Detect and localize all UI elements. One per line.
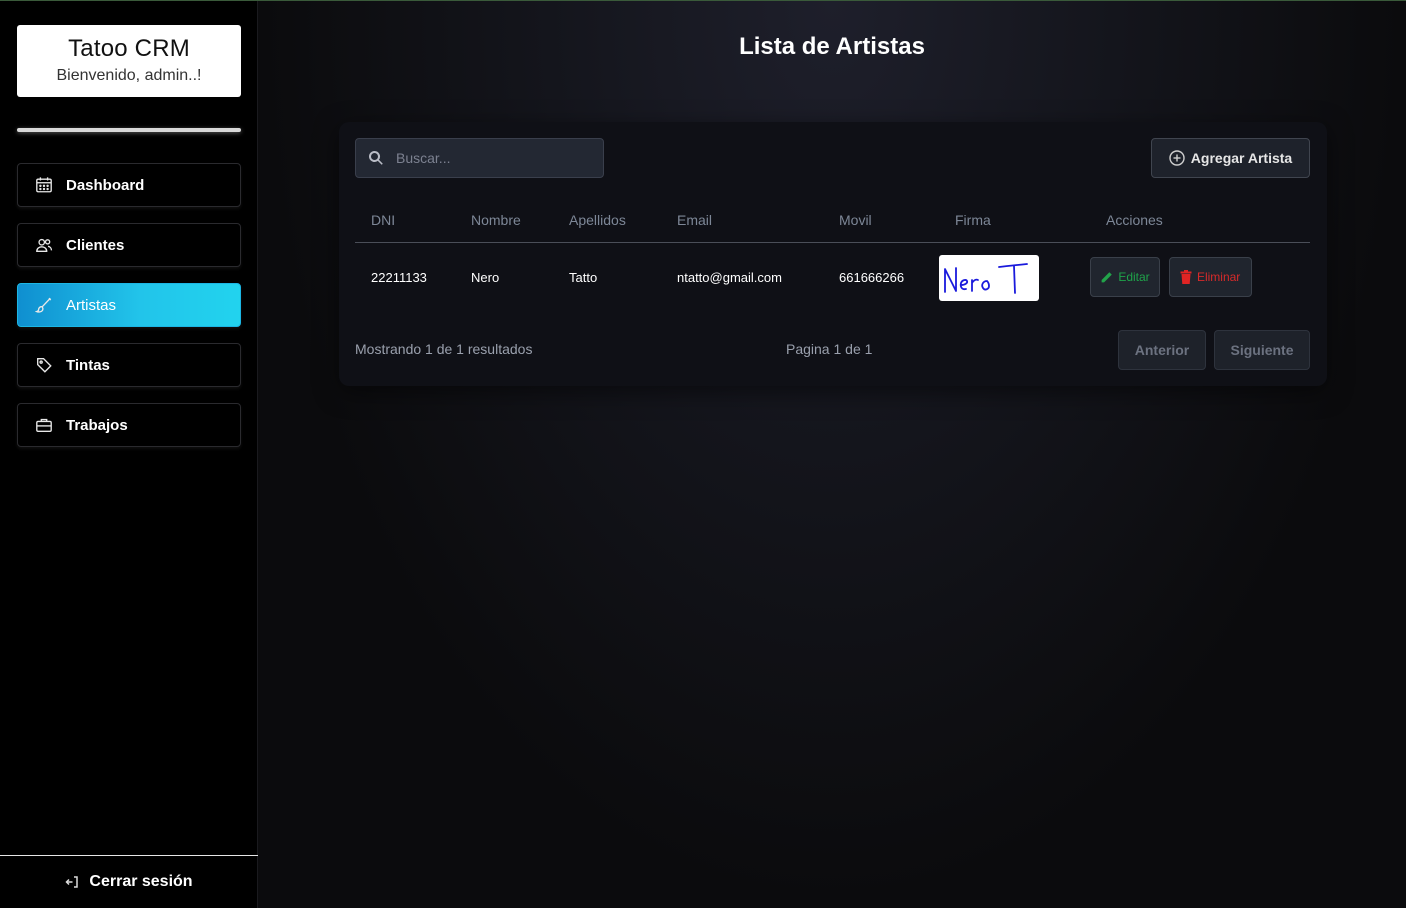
edit-button[interactable]: Editar: [1090, 257, 1160, 298]
sidebar: Tatoo CRM Bienvenido, admin..! Dashboard…: [0, 1, 258, 908]
users-icon: [34, 235, 54, 255]
column-header-dni[interactable]: DNI: [355, 198, 455, 243]
signature-image: [939, 254, 1039, 301]
sidebar-divider: [17, 128, 241, 132]
sidebar-item-label: Trabajos: [66, 416, 128, 434]
artists-table: DNI Nombre Apellidos Email Movil Firma A…: [355, 198, 1310, 312]
pencil-icon: [1101, 271, 1113, 283]
cell-dni: 22211133: [371, 269, 427, 285]
artists-card: Agregar Artista DNI Nombre Apellidos Ema…: [339, 122, 1327, 386]
search-field[interactable]: [355, 138, 604, 178]
sidebar-item-tintas[interactable]: Tintas: [17, 343, 241, 387]
welcome-text: Bienvenido, admin..!: [56, 67, 202, 84]
brand-card: Tatoo CRM Bienvenido, admin..!: [17, 25, 241, 97]
cell-apellidos: Tatto: [569, 269, 598, 285]
column-header-nombre[interactable]: Nombre: [455, 198, 553, 243]
search-input[interactable]: [396, 150, 586, 166]
logout-label: Cerrar sesión: [89, 873, 193, 890]
delete-button[interactable]: Eliminar: [1168, 257, 1252, 298]
brand-title: Tatoo CRM: [68, 35, 190, 62]
cell-acciones: Editar Eliminar: [1090, 242, 1310, 312]
trash-icon: [1180, 270, 1192, 285]
plus-circle-icon: [1169, 150, 1185, 166]
sidebar-item-clientes[interactable]: Clientes: [17, 223, 241, 267]
table-row: 22211133 Nero Tatto ntatto@gmail.com 661…: [355, 242, 1310, 312]
tag-icon: [34, 355, 54, 375]
cell-movil: 661666266: [839, 269, 905, 285]
sidebar-item-label: Clientes: [66, 236, 125, 254]
next-page-button[interactable]: Siguiente: [1214, 330, 1310, 370]
results-summary: Mostrando 1 de 1 resultados: [355, 341, 533, 357]
sidebar-item-label: Tintas: [66, 356, 110, 374]
sidebar-item-dashboard[interactable]: Dashboard: [17, 163, 241, 207]
sidebar-item-artistas[interactable]: Artistas: [17, 283, 241, 327]
column-header-acciones: Acciones: [1090, 198, 1310, 243]
sidebar-item-trabajos[interactable]: Trabajos: [17, 403, 241, 447]
main-content: Lista de Artistas Agregar Artista DNI No…: [258, 1, 1406, 908]
cell-firma: [939, 242, 1090, 312]
sidebar-item-label: Dashboard: [66, 176, 145, 194]
edit-label: Editar: [1118, 270, 1150, 285]
delete-label: Eliminar: [1196, 270, 1241, 285]
search-icon: [369, 151, 383, 165]
cell-email: ntatto@gmail.com: [677, 269, 782, 285]
page-title: Lista de Artistas: [739, 33, 925, 60]
add-artist-button[interactable]: Agregar Artista: [1151, 138, 1310, 178]
column-header-movil[interactable]: Movil: [823, 198, 939, 243]
previous-page-button[interactable]: Anterior: [1118, 330, 1206, 370]
calendar-icon: [34, 175, 54, 195]
add-artist-label: Agregar Artista: [1190, 150, 1293, 166]
sidebar-item-label: Artistas: [66, 296, 117, 314]
logout-icon: [65, 876, 79, 888]
logout-button[interactable]: Cerrar sesión: [0, 856, 258, 908]
page-info: Pagina 1 de 1: [786, 341, 873, 357]
app-window: Tatoo CRM Bienvenido, admin..! Dashboard…: [0, 0, 1406, 908]
briefcase-icon: [34, 415, 54, 435]
column-header-firma[interactable]: Firma: [939, 198, 1090, 243]
column-header-email[interactable]: Email: [661, 198, 823, 243]
column-header-apellidos[interactable]: Apellidos: [553, 198, 661, 243]
table-header-row: DNI Nombre Apellidos Email Movil Firma A…: [355, 198, 1310, 243]
cell-nombre: Nero: [471, 269, 500, 285]
brush-icon: [34, 295, 54, 315]
